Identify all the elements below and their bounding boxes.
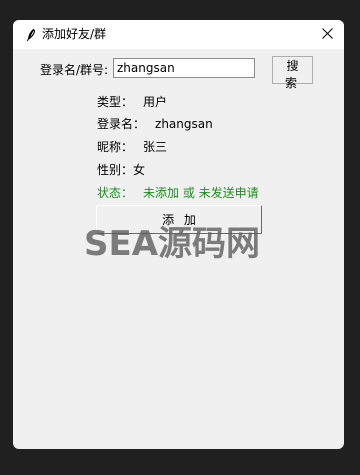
search-button[interactable]: 搜 索 [272,56,313,90]
type-row: 类型： 用户 [97,94,167,110]
close-icon [322,28,333,39]
nickname-label: 昵称： [97,140,134,154]
dialog-window: 添加好友/群 登录名/群号: 搜 索 类型： 用户 登录名： zhangsan 昵称… [13,20,344,449]
search-label: 登录名/群号: [40,63,109,77]
login-label: 登录名： [97,117,146,131]
type-label: 类型： [97,95,134,109]
gender-value: 女 [133,163,146,177]
status-value: 未添加 或 未发送申请 [143,186,259,200]
feather-icon [24,27,38,42]
login-value: zhangsan [155,117,213,131]
gender-label: 性别： [97,163,134,177]
close-button[interactable] [312,20,344,49]
search-input[interactable] [113,58,255,78]
gender-row: 性别：女 [97,162,145,178]
status-row: 状态： 未添加 或 未发送申请 [97,185,259,201]
status-label: 状态： [97,186,134,200]
window-title: 添加好友/群 [42,27,107,41]
nickname-row: 昵称： 张三 [97,139,167,155]
nickname-value: 张三 [143,140,168,154]
login-row: 登录名： zhangsan [97,116,213,132]
type-value: 用户 [143,95,168,109]
add-button[interactable]: 添 加 [96,205,262,234]
title-bar: 添加好友/群 [13,20,344,49]
